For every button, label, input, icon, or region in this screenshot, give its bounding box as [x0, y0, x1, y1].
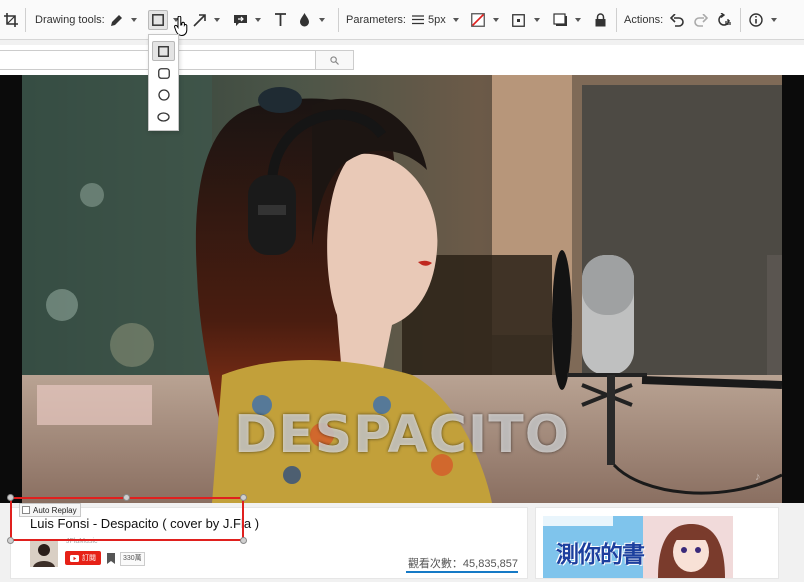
stroke-width-value[interactable]: 5px: [428, 14, 446, 26]
avatar-image-icon: [30, 539, 58, 567]
video-player[interactable]: DESPACITO ♪: [22, 75, 782, 503]
view-count: 觀看次數：45,835,857: [407, 558, 518, 570]
reset-button[interactable]: [717, 0, 732, 40]
toolbar-divider: [25, 8, 26, 32]
lock-button[interactable]: [595, 0, 606, 40]
ellipse-icon: [157, 112, 170, 122]
arrow-tool-dropdown-caret[interactable]: [214, 18, 220, 22]
annotation-toolbar: Drawing tools: Parameters: 5px Actions:: [0, 0, 804, 40]
stroke-color-dropdown-caret[interactable]: [493, 18, 499, 22]
pencil-tool-button[interactable]: [110, 0, 124, 40]
redo-button[interactable]: [694, 0, 708, 40]
shape-dropdown-menu: [148, 34, 179, 131]
search-bar: [0, 45, 804, 76]
resize-handle-top-right[interactable]: [240, 494, 247, 501]
stroke-color-button[interactable]: [471, 0, 485, 40]
rectangle-icon: [152, 14, 164, 26]
search-button[interactable]: [315, 50, 354, 70]
resize-handle-bottom-left[interactable]: [7, 537, 14, 544]
callout-tool-dropdown-caret[interactable]: [255, 18, 261, 22]
toolbar-divider: [616, 8, 617, 32]
blur-tool-button[interactable]: [299, 0, 310, 40]
undo-button[interactable]: [670, 0, 684, 40]
lock-icon: [595, 13, 606, 27]
shadow-button[interactable]: [553, 0, 568, 40]
crop-icon: [4, 13, 18, 27]
pencil-tool-dropdown-caret[interactable]: [131, 18, 137, 22]
resize-handle-bottom-right[interactable]: [240, 537, 247, 544]
subscriber-count: 330萬: [120, 552, 145, 566]
resize-handle-top-center[interactable]: [123, 494, 130, 501]
info-button[interactable]: [749, 0, 763, 40]
pencil-icon: [111, 15, 122, 26]
redo-icon: [694, 13, 708, 27]
like-bar: [406, 571, 518, 573]
advertisement[interactable]: 測你的書: [535, 507, 779, 579]
arrow-tool-button[interactable]: [193, 0, 207, 40]
parameters-label: Parameters:: [346, 14, 406, 26]
channel-avatar[interactable]: [30, 539, 58, 567]
callout-icon: [234, 14, 247, 26]
info-icon: [749, 13, 763, 27]
rectangle-annotation[interactable]: [10, 497, 244, 541]
arrow-icon: [193, 14, 206, 27]
rectangle-icon: [158, 45, 169, 57]
resize-handle-top-left[interactable]: [7, 494, 14, 501]
shape-option-rounded-rectangle[interactable]: [152, 63, 175, 83]
info-dropdown-caret[interactable]: [771, 18, 777, 22]
fill-style-dropdown-caret[interactable]: [534, 18, 540, 22]
no-color-swatch-icon: [471, 13, 485, 27]
ad-headline: 測你的書: [556, 541, 645, 567]
rounded-rectangle-icon: [157, 67, 170, 79]
video-letterbox-left: [0, 75, 22, 503]
subscribe-button[interactable]: 訂閱: [65, 551, 101, 565]
shape-option-ellipse[interactable]: [152, 107, 175, 127]
undo-icon: [670, 13, 684, 27]
stroke-width-icon: [412, 15, 424, 25]
text-icon: [275, 13, 286, 26]
toolbar-divider: [338, 8, 339, 32]
blur-tool-dropdown-caret[interactable]: [319, 18, 325, 22]
drawing-tools-label: Drawing tools:: [35, 14, 105, 26]
fill-style-button[interactable]: [512, 0, 525, 40]
stroke-width-selector[interactable]: [412, 0, 424, 40]
reset-icon: [718, 13, 731, 26]
dotted-square-icon: [512, 13, 525, 27]
callout-tool-button[interactable]: [233, 0, 248, 40]
shadow-dropdown-caret[interactable]: [575, 18, 581, 22]
stroke-width-dropdown-caret[interactable]: [453, 18, 459, 22]
subscribe-label: 訂閱: [82, 555, 96, 562]
search-icon: [330, 55, 339, 65]
text-tool-button[interactable]: [274, 0, 287, 40]
shadow-square-icon: [553, 13, 567, 26]
shape-option-circle[interactable]: [152, 85, 175, 105]
video-watermark: ♪: [755, 471, 761, 483]
toolbar-divider: [740, 8, 741, 32]
shape-option-rectangle[interactable]: [152, 41, 175, 61]
circle-icon: [157, 89, 170, 101]
youtube-play-icon: [70, 554, 79, 562]
actions-label: Actions:: [624, 14, 664, 26]
bookmark-icon[interactable]: [105, 552, 117, 565]
hand-cursor-icon: [174, 16, 188, 36]
video-title-overlay: DESPACITO: [234, 405, 570, 465]
crop-tool-button[interactable]: [4, 0, 18, 40]
drop-icon: [300, 13, 309, 27]
video-letterbox-right: [782, 75, 804, 503]
